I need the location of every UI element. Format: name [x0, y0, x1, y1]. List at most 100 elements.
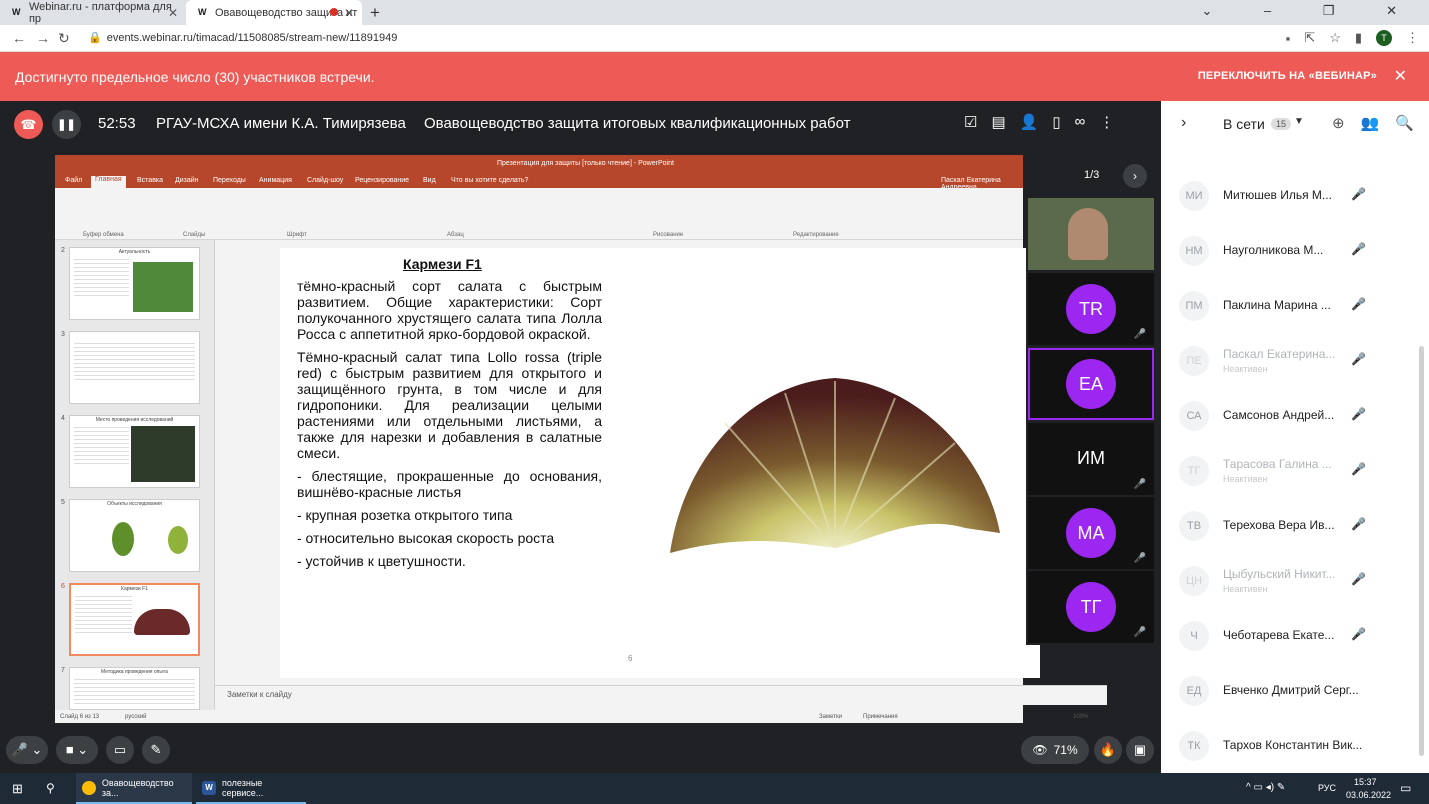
reload-icon[interactable]: ↻: [58, 30, 70, 47]
view-quality-indicator[interactable]: 👁 71%: [1021, 736, 1089, 764]
group-icon[interactable]: 👥: [1361, 114, 1380, 132]
comments-toggle[interactable]: Примечания: [863, 714, 898, 720]
checklist-icon[interactable]: ☑: [964, 113, 977, 131]
tell-me-search[interactable]: Что вы хотите сделать?: [451, 177, 528, 184]
forward-icon[interactable]: →: [36, 30, 50, 46]
document-icon[interactable]: ▯: [1052, 113, 1060, 131]
participant-row[interactable]: ТВ Терехова Вера Ив... 🎤: [1161, 498, 1421, 553]
participant-row[interactable]: ПМ Паклина Марина ... 🎤: [1161, 278, 1421, 333]
search-icon[interactable]: ⚲: [46, 781, 55, 795]
profile-avatar[interactable]: T: [1376, 30, 1392, 46]
browser-tab-active[interactable]: W Овавощеводство защита ит ✕: [186, 0, 362, 25]
search-icon[interactable]: 🔍: [1395, 114, 1414, 132]
picture-in-picture-button[interactable]: ▣: [1126, 736, 1154, 764]
participant-row[interactable]: СА Самсонов Андрей... 🎤: [1161, 388, 1421, 443]
more-icon[interactable]: ⋮: [1099, 113, 1114, 131]
taskbar-chrome-window[interactable]: Овавощеводство за...: [76, 773, 192, 804]
sidebar-icon[interactable]: ▮: [1355, 30, 1362, 46]
notifications-icon[interactable]: ▭: [1400, 781, 1411, 795]
video-tile[interactable]: ИМ 🎤: [1028, 423, 1154, 495]
thumb-number: 3: [61, 331, 65, 338]
collapse-chevron-icon[interactable]: ›: [1181, 114, 1186, 132]
menu-icon[interactable]: ⋮: [1406, 30, 1419, 46]
participant-row[interactable]: ТГ Тарасова Галина ... Неактивен 🎤: [1161, 443, 1421, 498]
mic-muted-icon[interactable]: 🎤: [1351, 627, 1366, 641]
zoom-level[interactable]: 109%: [1073, 714, 1088, 720]
close-tab-icon[interactable]: ✕: [344, 6, 354, 20]
slide-thumbnail-selected[interactable]: Кармези F1: [69, 583, 200, 656]
mic-muted-icon[interactable]: 🎤: [1351, 517, 1366, 531]
participant-row[interactable]: ТК Тархов Константин Вик...: [1161, 718, 1421, 773]
mic-muted-icon[interactable]: 🎤: [1351, 242, 1366, 256]
close-tab-icon[interactable]: ✕: [168, 6, 178, 20]
ribbon-tab[interactable]: Вставка: [137, 177, 163, 184]
switch-to-webinar-button[interactable]: ПЕРЕКЛЮЧИТЬ НА «ВЕБИНАР»: [1198, 70, 1377, 82]
microphone-button[interactable]: 🎤 ⌄: [6, 736, 48, 764]
participant-avatar: TR: [1066, 284, 1116, 334]
url-field[interactable]: 🔒 events.webinar.ru/timacad/11508085/stre…: [88, 31, 397, 44]
slide-thumbnail[interactable]: Актуальность: [69, 247, 200, 320]
add-icon[interactable]: ⊕: [1332, 114, 1345, 132]
slide-thumbnail[interactable]: [69, 331, 200, 404]
participant-row[interactable]: ЕД Евченко Дмитрий Серг...: [1161, 663, 1421, 718]
ribbon-tab-home[interactable]: Главная: [91, 176, 126, 188]
slide-thumbnail[interactable]: Место проведения исследований: [69, 415, 200, 488]
mic-muted-icon: 🎤: [1133, 553, 1146, 564]
ribbon-tab[interactable]: Рецензирование: [355, 177, 409, 184]
next-slide-button[interactable]: ›: [1123, 164, 1147, 188]
back-icon[interactable]: ←: [12, 30, 26, 46]
slide-thumbnail[interactable]: Методика проведения опыта: [69, 667, 200, 710]
webinar-favicon-icon: W: [198, 7, 207, 17]
mic-muted-icon[interactable]: 🎤: [1351, 297, 1366, 311]
participant-row[interactable]: ЦН Цыбульский Никит... Неактивен 🎤: [1161, 553, 1421, 608]
video-tile[interactable]: МА 🎤: [1028, 497, 1154, 569]
chat-icon[interactable]: ▤: [991, 113, 1005, 131]
link-icon[interactable]: ∞: [1075, 113, 1086, 131]
avatar: ТК: [1179, 731, 1209, 761]
new-tab-button[interactable]: +: [370, 3, 380, 23]
bookmark-star-icon[interactable]: ☆: [1329, 30, 1341, 46]
participant-avatar: ЕА: [1066, 359, 1116, 409]
notes-toggle[interactable]: Заметки: [819, 714, 842, 720]
slide-thumbnail[interactable]: Объекты исследования: [69, 499, 200, 572]
ribbon-tab[interactable]: Дизайн: [175, 177, 199, 184]
mic-muted-icon[interactable]: 🎤: [1351, 572, 1366, 586]
end-call-button[interactable]: ☎: [14, 110, 43, 139]
ribbon-tab[interactable]: Слайд-шоу: [307, 177, 343, 184]
taskbar-word-window[interactable]: W полезные сервисе...: [196, 773, 306, 804]
mic-muted-icon[interactable]: 🎤: [1351, 187, 1366, 201]
ribbon-tab[interactable]: Вид: [423, 177, 436, 184]
presenter-video-tile[interactable]: [1028, 198, 1154, 270]
close-icon[interactable]: ✕: [1394, 66, 1407, 86]
draw-button[interactable]: ✎: [142, 736, 170, 764]
browser-tab-webinar[interactable]: W Webinar.ru - платформа для пр ✕: [0, 0, 186, 25]
ribbon-tab[interactable]: Анимация: [259, 177, 292, 184]
notes-pane[interactable]: Заметки к слайду: [215, 685, 1107, 705]
participant-row[interactable]: НМ Науголникова М... 🎤: [1161, 223, 1421, 278]
tray-icons[interactable]: ^ ▭ ◂) ✎: [1246, 782, 1285, 793]
user-icon[interactable]: 👤: [1020, 113, 1039, 131]
video-tile[interactable]: ТГ 🎤: [1028, 571, 1154, 643]
participant-row[interactable]: ПЕ Паскал Екатерина... Неактивен 🎤: [1161, 333, 1421, 388]
ribbon-tab[interactable]: Файл: [65, 177, 82, 184]
mic-muted-icon[interactable]: 🎤: [1351, 462, 1366, 476]
camera-icon[interactable]: ▪: [1286, 31, 1291, 46]
input-language[interactable]: РУС: [1318, 783, 1336, 793]
ribbon-tab[interactable]: Переходы: [213, 177, 246, 184]
video-tile[interactable]: TR 🎤: [1028, 273, 1154, 345]
sidebar-scrollbar[interactable]: [1419, 346, 1424, 756]
windows-start-icon[interactable]: ⊞: [12, 781, 23, 797]
screen-share-button[interactable]: ▭: [106, 736, 134, 764]
share-icon[interactable]: ⇱: [1304, 30, 1315, 46]
dropdown-icon[interactable]: ▼: [1294, 116, 1304, 127]
participant-row[interactable]: МИ Митюшев Илья М... 🎤: [1161, 168, 1421, 223]
camera-button[interactable]: ■ ⌄: [56, 736, 98, 764]
reactions-button[interactable]: 🔥: [1094, 736, 1122, 764]
mic-icon[interactable]: 🎤: [1351, 352, 1366, 366]
pause-button[interactable]: ❚❚: [52, 110, 81, 139]
video-tile-selected[interactable]: ЕА: [1028, 348, 1154, 420]
participant-name: Митюшев Илья М...: [1223, 188, 1332, 202]
window-controls[interactable]: ⌄ – ❐ ✕: [1201, 3, 1421, 19]
mic-muted-icon[interactable]: 🎤: [1351, 407, 1366, 421]
participant-row[interactable]: Ч Чеботарева Екате... 🎤: [1161, 608, 1421, 663]
